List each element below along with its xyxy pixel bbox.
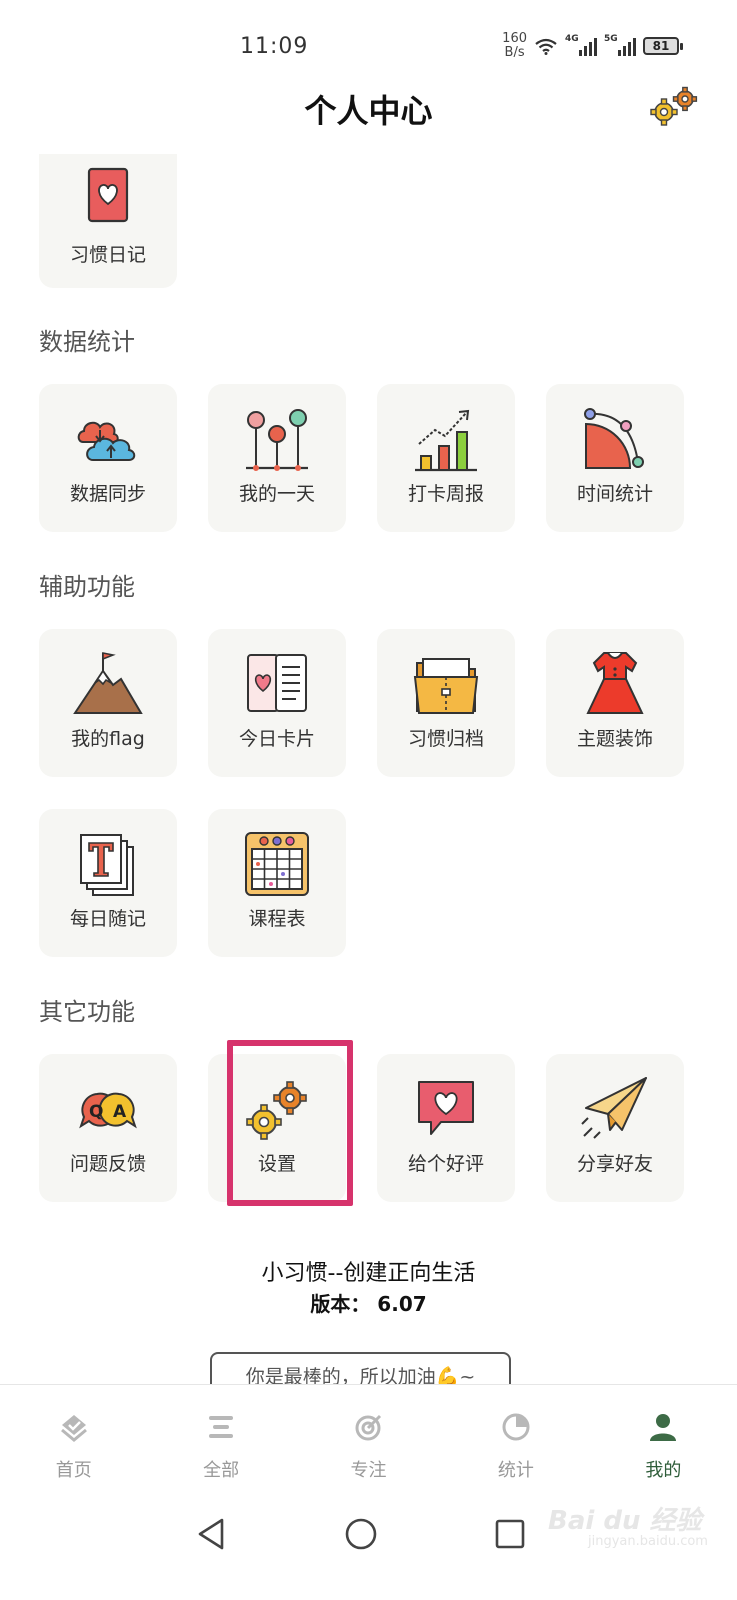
section-title-data-stats: 数据统计 (39, 328, 135, 356)
rate-app-card[interactable]: 给个好评 (377, 1054, 515, 1202)
feedback-card[interactable]: Q A 问题反馈 (39, 1054, 177, 1202)
status-time: 11:09 (240, 34, 309, 59)
nav-item-stats[interactable]: 统计 (442, 1385, 589, 1504)
watermark-url: jingyan.baidu.com (588, 1534, 708, 1549)
habit-diary-label: 习惯日记 (69, 244, 146, 266)
network-speed-value: 160 (502, 31, 527, 46)
signal-4g-label: 4G (565, 34, 579, 44)
heart-card-icon (87, 167, 129, 223)
settings-label: 设置 (257, 1153, 296, 1175)
pie-curve-icon (584, 408, 644, 469)
menu-icon (209, 1416, 234, 1438)
paper-plane-icon (581, 1077, 647, 1139)
gear-icon[interactable] (650, 86, 700, 126)
battery-icon: 81 (643, 37, 683, 55)
wifi-icon (535, 38, 557, 55)
weekly-report-card[interactable]: 打卡周报 (377, 384, 515, 532)
my-flag-label: 我的flag (71, 728, 145, 750)
network-speed: 160 B/s (502, 32, 527, 60)
back-icon[interactable] (192, 1514, 232, 1554)
theme-decor-label: 主题装饰 (576, 728, 653, 750)
my-day-label: 我的一天 (238, 483, 315, 505)
nav-item-mine[interactable]: 我的 (590, 1385, 737, 1504)
section-title-assist: 辅助功能 (39, 573, 135, 601)
nav-label-mine: 我的 (645, 1460, 682, 1481)
share-friends-card[interactable]: 分享好友 (546, 1054, 684, 1202)
section-title-other: 其它功能 (39, 998, 135, 1026)
schedule-card[interactable]: 课程表 (208, 809, 346, 957)
page-title: 个人中心 (304, 92, 433, 130)
app-version: 版本： 6.07 (310, 1292, 427, 1316)
timeline-icon (246, 409, 308, 471)
person-icon (650, 1414, 677, 1441)
feedback-label: 问题反馈 (69, 1153, 146, 1175)
nav-item-focus[interactable]: 专注 (295, 1385, 442, 1504)
rate-app-label: 给个好评 (407, 1153, 484, 1175)
daily-card-label: 今日卡片 (238, 728, 315, 750)
recent-apps-icon[interactable] (490, 1514, 530, 1554)
svg-text:Q: Q (89, 1102, 103, 1122)
gears-icon (246, 1081, 307, 1140)
time-stats-card[interactable]: 时间统计 (546, 384, 684, 532)
home-layers-icon (60, 1415, 87, 1442)
signal-5g-label: 5G (604, 34, 618, 44)
app-slogan: 小习惯--创建正向生活 (261, 1261, 476, 1286)
note-t-icon (80, 834, 134, 896)
mountain-flag-icon (73, 652, 143, 714)
my-flag-card[interactable]: 我的flag (39, 629, 177, 777)
theme-decor-card[interactable]: 主题装饰 (546, 629, 684, 777)
status-indicators: 160 B/s 4G 5G 81 (502, 32, 683, 60)
status-bar: 11:09 160 B/s 4G 5G 81 (0, 0, 737, 80)
settings-card[interactable]: 设置 (208, 1054, 346, 1202)
other-grid: Q A 问题反馈 设置 给个好评 分享好友 (39, 1054, 684, 1202)
open-card-icon (247, 654, 307, 712)
svg-text:A: A (113, 1102, 127, 1122)
bar-growth-icon (415, 409, 477, 472)
pie-chart-icon (502, 1413, 530, 1441)
habit-archive-label: 习惯归档 (407, 728, 484, 750)
assist-grid-row-2: 每日随记 课程表 (39, 809, 346, 957)
bottom-nav: 首页 全部 专注 统计 我的 (0, 1384, 737, 1504)
heart-bubble-icon (418, 1081, 474, 1135)
data-sync-label: 数据同步 (69, 483, 146, 505)
habit-archive-card[interactable]: 习惯归档 (377, 629, 515, 777)
daily-note-label: 每日随记 (69, 908, 146, 930)
nav-item-all[interactable]: 全部 (147, 1385, 294, 1504)
folder-icon (413, 658, 479, 714)
daily-note-card[interactable]: 每日随记 (39, 809, 177, 957)
cloud-sync-icon (77, 421, 136, 461)
nav-label-focus: 专注 (350, 1460, 387, 1481)
signal-5g-icon: 5G (604, 34, 636, 56)
schedule-icon (245, 832, 309, 896)
watermark-logo: Bai du 经验 (548, 1506, 702, 1536)
nav-item-home[interactable]: 首页 (0, 1385, 147, 1504)
weekly-report-label: 打卡周报 (407, 483, 484, 505)
time-stats-label: 时间统计 (576, 483, 653, 505)
nav-label-all: 全部 (203, 1460, 240, 1481)
data-stats-grid: 数据同步 我的一天 打卡周报 时间统计 (39, 384, 684, 532)
habit-diary-card[interactable]: 习惯日记 (39, 154, 177, 288)
my-day-card[interactable]: 我的一天 (208, 384, 346, 532)
home-icon[interactable] (341, 1514, 381, 1554)
qa-bubble-icon: Q A (79, 1092, 137, 1129)
target-icon (355, 1414, 381, 1441)
schedule-label: 课程表 (248, 908, 306, 930)
network-speed-unit: B/s (504, 45, 525, 60)
daily-card-card[interactable]: 今日卡片 (208, 629, 346, 777)
assist-grid-row-1: 我的flag 今日卡片 习惯归档 主题装饰 (39, 629, 684, 777)
dress-icon (586, 652, 644, 714)
data-sync-card[interactable]: 数据同步 (39, 384, 177, 532)
signal-4g-icon: 4G (565, 34, 597, 56)
nav-label-stats: 统计 (497, 1460, 534, 1481)
nav-label-home: 首页 (55, 1460, 92, 1481)
share-friends-label: 分享好友 (576, 1153, 653, 1175)
